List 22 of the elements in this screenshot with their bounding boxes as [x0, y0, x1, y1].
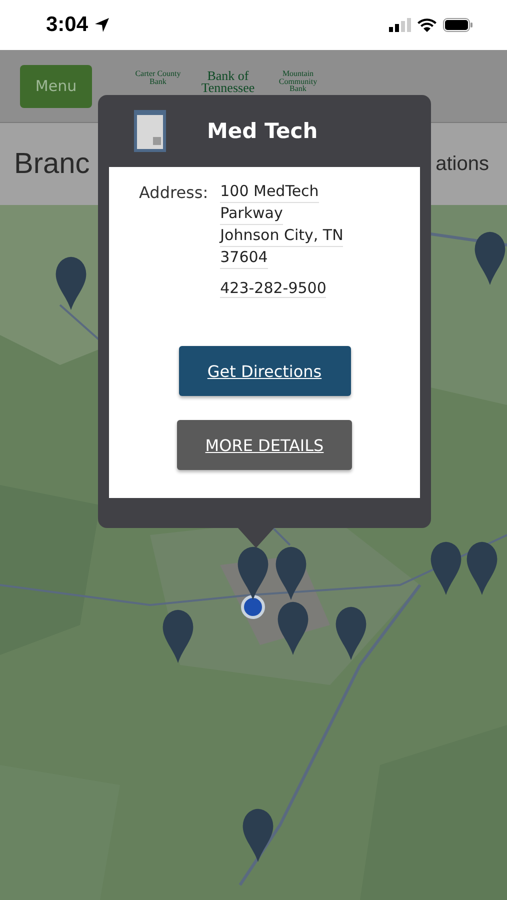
location-arrow-icon [94, 17, 110, 33]
bank-logo: Mountain Community Bank [278, 70, 318, 93]
address-label: Address: [139, 182, 208, 204]
details-button[interactable]: MORE DETAILS [177, 420, 352, 470]
wifi-icon [417, 18, 437, 32]
map-pin-icon[interactable] [55, 256, 87, 310]
battery-icon [443, 18, 473, 32]
address-link[interactable]: Parkway [220, 203, 283, 225]
directions-button[interactable]: Get Directions [178, 346, 350, 396]
address-link[interactable]: Johnson City, TN [220, 225, 344, 247]
header-text: ations [436, 152, 489, 176]
status-time: 3:04 [46, 13, 88, 37]
bank-logo: Bank of Tennessee [200, 70, 256, 95]
popup-title: Med Tech [207, 119, 318, 143]
phone-link[interactable]: 423-282-9500 [220, 279, 326, 298]
page-title: Branc [14, 148, 90, 180]
map-pin-icon[interactable] [237, 546, 269, 600]
address-link[interactable]: 100 MedTech [220, 181, 319, 203]
bank-logo: Carter County Bank [134, 70, 182, 86]
address-link[interactable]: 37604 [220, 247, 268, 269]
branch-building-icon [133, 109, 167, 153]
signal-icon [389, 18, 411, 32]
